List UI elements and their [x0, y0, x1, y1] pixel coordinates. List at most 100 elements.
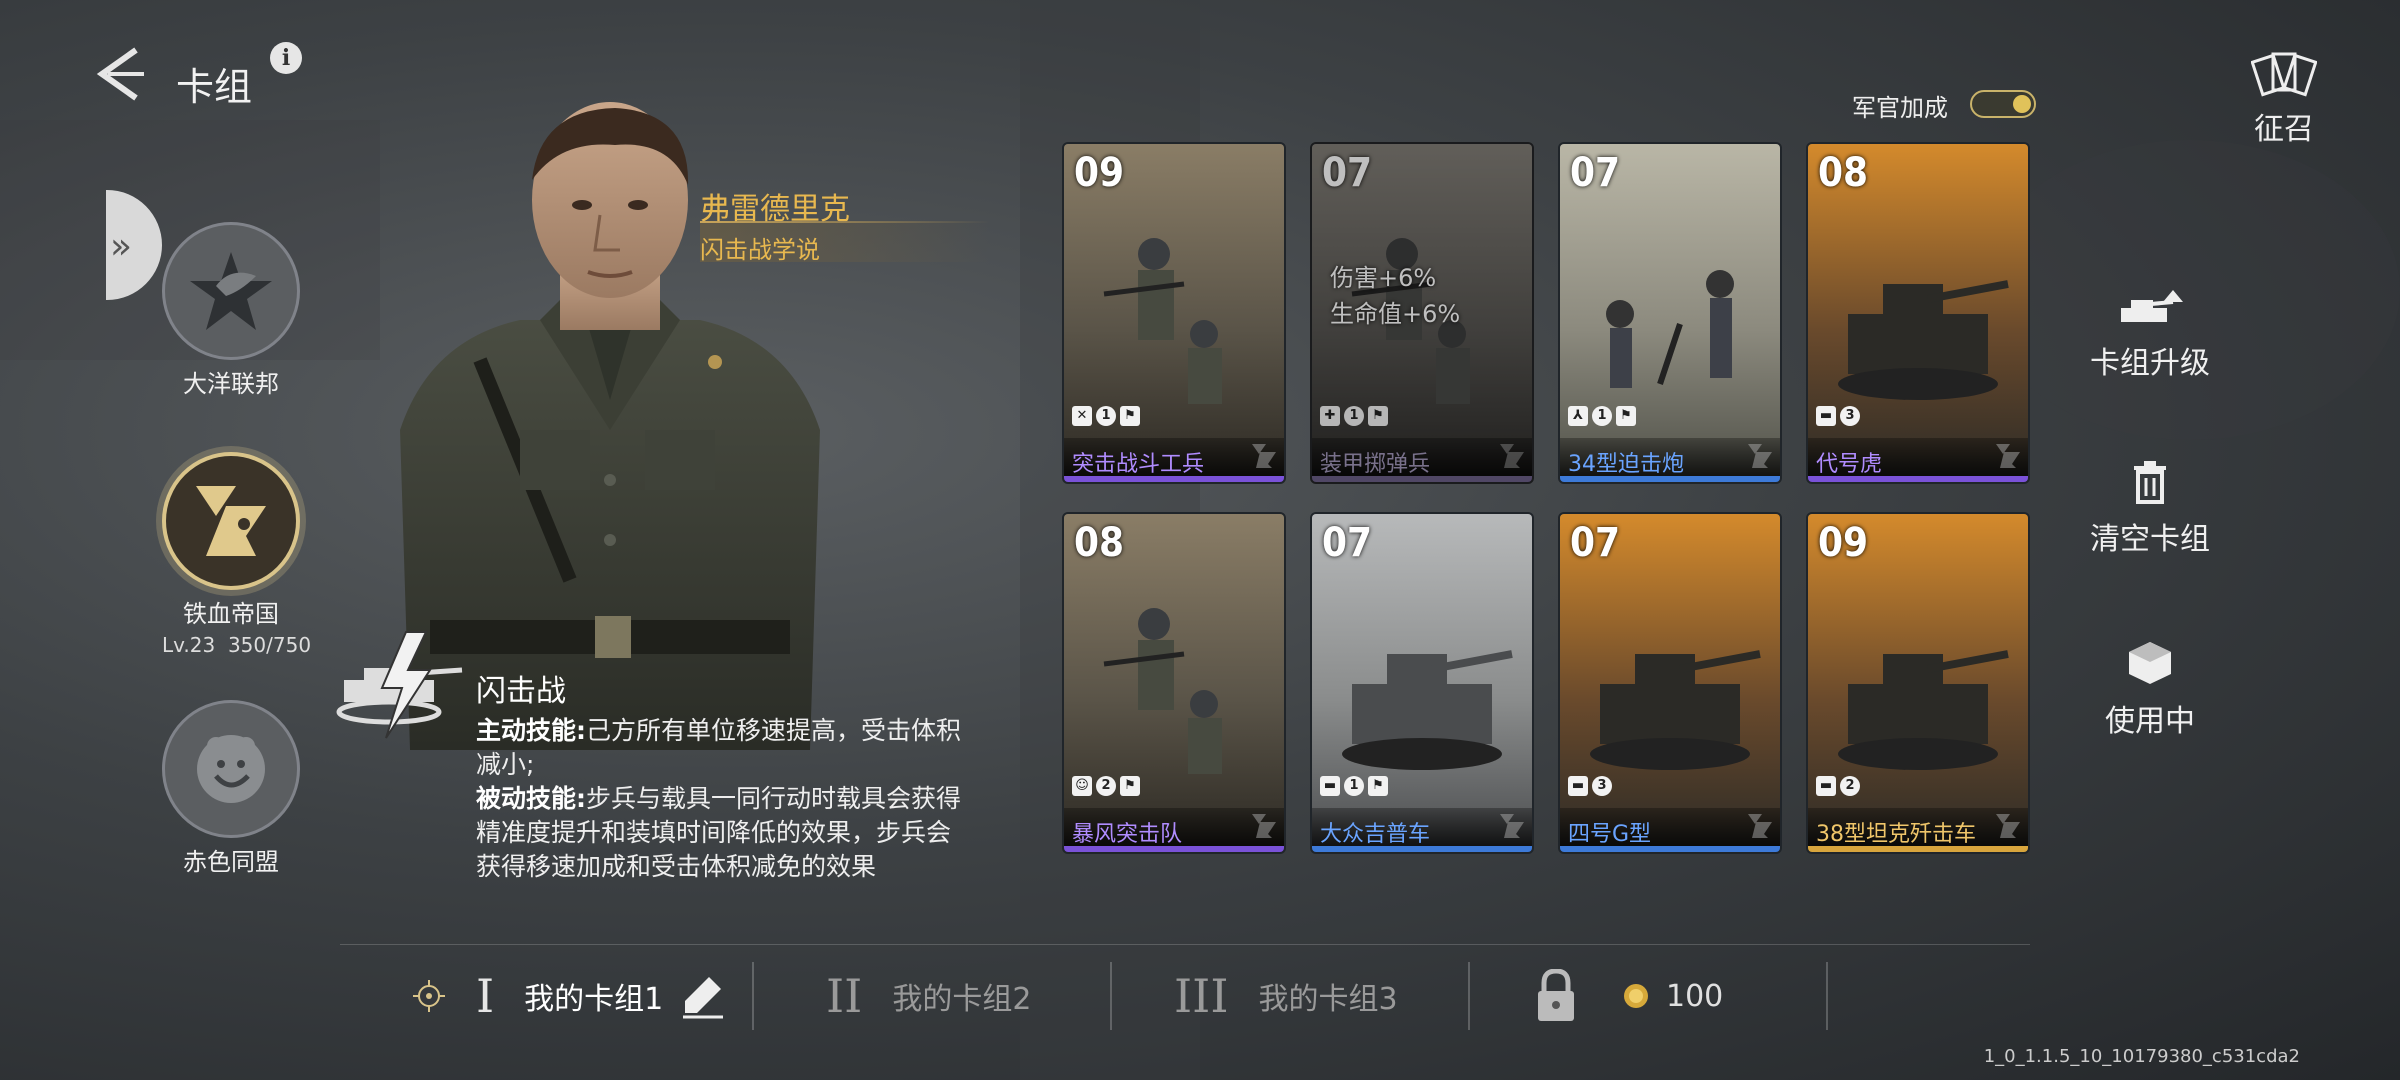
card-cost: 07 [1570, 150, 1621, 196]
unit-count-badge: 1 [1096, 406, 1116, 426]
card-name: 暴风突击队 [1072, 822, 1183, 847]
chevron-right-icon: » [110, 226, 133, 267]
skill-description: 主动技能:己方所有单位移速提高，受击体积减小; 被动技能:步兵与载具一同行动时载… [476, 714, 966, 884]
rarity-stripe [1064, 846, 1284, 852]
deck-number: I [476, 969, 495, 1023]
card-tags: ▬ 2 [1816, 776, 1860, 796]
lock-icon [1538, 969, 1574, 1021]
edit-pen-icon[interactable] [679, 973, 725, 1019]
card-name: 突击战斗工兵 [1072, 452, 1205, 477]
deck-upgrade-button[interactable]: 卡组升级 [2050, 288, 2250, 382]
unit-card[interactable]: 09 ✕ 1 ⚑ 突击战斗工兵 [1062, 142, 1286, 484]
card-name: 四号G型 [1568, 822, 1652, 847]
faction-emblem-icon [1252, 814, 1276, 838]
unit-card[interactable]: 08 ☺ 2 ⚑ 暴风突击队 [1062, 512, 1286, 854]
deck-tab-3[interactable]: III 我的卡组3 [1174, 960, 1398, 1032]
officer-bonus-toggle[interactable] [1970, 90, 2036, 118]
locked-deck-slot[interactable]: 100 [1536, 960, 1723, 1032]
bear-emblem-icon [162, 700, 300, 838]
faction-ocean-federation[interactable]: 大洋联邦 [162, 222, 300, 399]
unit-card[interactable]: 07 ⅄ 1 ⚑ 34型迫击炮 [1558, 142, 1782, 484]
deck-number: II [826, 969, 863, 1023]
card-name: 代号虎 [1816, 452, 1883, 477]
faction-emblem-icon [1252, 444, 1276, 468]
tab-separator [752, 962, 754, 1030]
in-use-button[interactable]: 使用中 [2050, 640, 2250, 740]
unit-card[interactable]: 07 伤害+6% 生命值+6% ✚ 1 ⚑ 装甲掷弹兵 [1310, 142, 1534, 484]
buff-text: 生命值+6% [1330, 300, 1461, 328]
card-name: 大众吉普车 [1320, 822, 1431, 847]
unit-count-badge: 2 [1840, 776, 1860, 796]
faction-level: Lv.23 350/750 [162, 633, 312, 657]
faction-label: 铁血帝国 [183, 600, 279, 628]
recruit-button[interactable]: 征召 [2234, 50, 2334, 148]
officer-bonus-label: 军官加成 [1852, 94, 1948, 122]
gold-coin-icon [1624, 984, 1648, 1008]
deck-tab-label: 我的卡组3 [1258, 982, 1398, 1017]
passive-skill-label: 被动技能: [476, 784, 586, 813]
card-buffs: 伤害+6% 生命值+6% [1330, 260, 1460, 332]
blitz-tank-icon [336, 631, 463, 739]
unit-count-badge: 1 [1592, 406, 1612, 426]
card-cost: 08 [1074, 520, 1125, 566]
trash-icon [2134, 461, 2166, 504]
tab-separator [1826, 962, 1828, 1030]
cards-fan-icon [2250, 52, 2318, 97]
clear-deck-label: 清空卡组 [2090, 522, 2210, 557]
card-name: 38型坦克歼击车 [1816, 822, 1976, 847]
faction-emblem-icon [1748, 814, 1772, 838]
back-arrow-icon[interactable] [88, 44, 148, 104]
flag-icon: ⚑ [1120, 406, 1140, 426]
rarity-stripe [1560, 476, 1780, 482]
rarity-stripe [1312, 476, 1532, 482]
crosshair-icon [413, 980, 445, 1012]
faction-emblem-icon [1748, 444, 1772, 468]
deck-tab-1[interactable]: I 我的卡组1 [412, 960, 725, 1032]
card-cost: 07 [1322, 150, 1373, 196]
clear-deck-button[interactable]: 清空卡组 [2050, 460, 2250, 558]
tabs-divider [340, 944, 2030, 945]
faction-emblem-icon [1996, 814, 2020, 838]
unit-count-badge: 1 [1344, 776, 1364, 796]
card-tags: ⅄ 1 ⚑ [1568, 406, 1636, 426]
unit-type-icon: ▬ [1816, 406, 1836, 426]
deck-tab-2[interactable]: II 我的卡组2 [826, 960, 1031, 1032]
page-title: 卡组 [176, 65, 253, 109]
flag-icon: ⚑ [1616, 406, 1636, 426]
unlock-cost: 100 [1666, 978, 1724, 1014]
unit-card[interactable]: 08 ▬ 3 代号虎 [1806, 142, 2030, 484]
faction-label: 大洋联邦 [183, 370, 279, 398]
card-tags: ▬ 3 [1816, 406, 1860, 426]
faction-iron-blood-empire[interactable]: 铁血帝国 Lv.23 350/750 [162, 452, 312, 657]
rarity-stripe [1808, 476, 2028, 482]
deck-number: III [1174, 969, 1229, 1023]
rarity-stripe [1808, 846, 2028, 852]
unit-card[interactable]: 09 ▬ 2 38型坦克歼击车 [1806, 512, 2030, 854]
unit-type-icon: ▬ [1568, 776, 1588, 796]
card-cost: 07 [1570, 520, 1621, 566]
unit-type-icon: ⅄ [1568, 406, 1588, 426]
faction-emblem-icon [1500, 444, 1524, 468]
rarity-stripe [1312, 846, 1532, 852]
card-tags: ▬ 1 ⚑ [1320, 776, 1388, 796]
card-cost: 07 [1322, 520, 1373, 566]
card-name: 34型迫击炮 [1568, 452, 1684, 477]
card-cost: 08 [1818, 150, 1869, 196]
unit-count-badge: 1 [1344, 406, 1364, 426]
unit-type-icon: ☺ [1072, 776, 1092, 796]
unit-type-icon: ▬ [1320, 776, 1340, 796]
star-emblem-icon [162, 222, 300, 360]
unit-card[interactable]: 07 ▬ 1 ⚑ 大众吉普车 [1310, 512, 1534, 854]
faction-emblem-icon [1500, 814, 1524, 838]
toggle-knob [2013, 95, 2031, 113]
unit-card[interactable]: 07 ▬ 3 四号G型 [1558, 512, 1782, 854]
deck-tab-label: 我的卡组1 [524, 982, 664, 1017]
version-string: 1_0_1.1.5_10_10179380_c531cda2 [1983, 1046, 2300, 1067]
buff-text: 伤害+6% [1330, 264, 1437, 292]
card-tags: ✕ 1 ⚑ [1072, 406, 1140, 426]
tank-upgrade-icon [2121, 290, 2183, 322]
unit-type-icon: ✕ [1072, 406, 1092, 426]
faction-emblem-icon [1996, 444, 2020, 468]
info-icon[interactable]: i [270, 42, 302, 74]
faction-red-alliance[interactable]: 赤色同盟 [162, 700, 300, 877]
